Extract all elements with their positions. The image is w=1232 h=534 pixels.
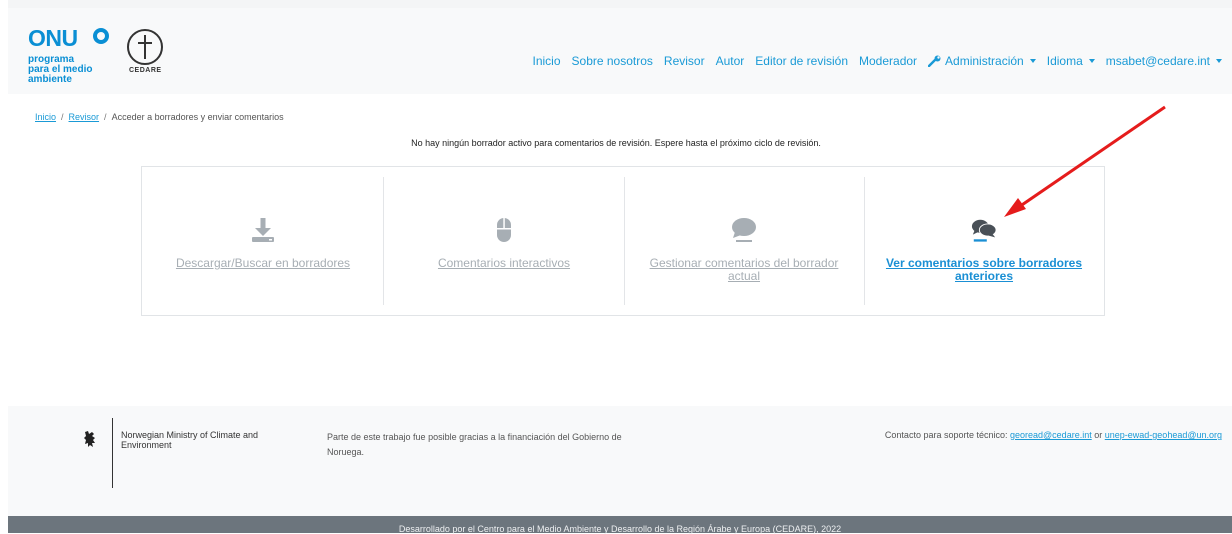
main-nav: Inicio Sobre nosotros Revisor Autor Edit… bbox=[522, 54, 1222, 68]
nav-editor-revision[interactable]: Editor de revisión bbox=[755, 54, 848, 68]
contact-email-georead[interactable]: georead@cedare.int bbox=[1010, 430, 1092, 440]
nav-autor[interactable]: Autor bbox=[716, 54, 745, 68]
nav-idioma-label: Idioma bbox=[1046, 54, 1083, 68]
chevron-down-icon bbox=[1088, 59, 1095, 63]
ministry-text: Norwegian Ministry of Climate and Enviro… bbox=[121, 430, 259, 450]
chevron-down-icon bbox=[1029, 59, 1036, 63]
cedare-logo-icon bbox=[127, 29, 163, 65]
nav-idioma-dropdown[interactable]: Idioma bbox=[1047, 54, 1095, 68]
logo[interactable]: ONU programa para el medio ambiente CEDA… bbox=[26, 25, 186, 85]
header: ONU programa para el medio ambiente CEDA… bbox=[8, 8, 1232, 94]
nav-sobre-nosotros[interactable]: Sobre nosotros bbox=[572, 54, 653, 68]
contact-email-unep[interactable]: unep-ewad-geohead@un.org bbox=[1105, 430, 1222, 440]
nav-revisor[interactable]: Revisor bbox=[664, 54, 705, 68]
card-download-search[interactable]: Descargar/Buscar en borradores bbox=[143, 177, 383, 305]
card-interactive-comments-link[interactable]: Comentarios interactivos bbox=[404, 257, 604, 270]
mouse-icon bbox=[497, 218, 511, 242]
left-strip bbox=[0, 0, 8, 533]
comment-icon bbox=[732, 218, 756, 242]
card-download-search-link[interactable]: Descargar/Buscar en borradores bbox=[163, 257, 363, 270]
onu-subtitle: programa para el medio ambiente bbox=[28, 54, 93, 85]
footer-divider bbox=[112, 418, 113, 488]
user-menu-dropdown[interactable]: msabet@cedare.int bbox=[1106, 54, 1222, 68]
chevron-down-icon bbox=[1216, 59, 1222, 63]
nav-administracion-label: Administración bbox=[945, 54, 1024, 68]
user-email: msabet@cedare.int bbox=[1105, 54, 1210, 68]
breadcrumb: Inicio / Revisor / Acceder a borradores y en… bbox=[35, 112, 284, 122]
contact-prefix: Contacto para soporte técnico: bbox=[884, 430, 1008, 440]
top-strip bbox=[0, 0, 1232, 8]
onu-logo-text: ONU bbox=[28, 25, 78, 51]
download-icon bbox=[252, 218, 274, 242]
nav-inicio[interactable]: Inicio bbox=[533, 54, 561, 68]
cedare-logo-text: CEDARE bbox=[129, 67, 162, 74]
breadcrumb-current: Acceder a borradores y enviar comentario… bbox=[111, 112, 284, 122]
breadcrumb-reviewer-link[interactable]: Revisor bbox=[69, 112, 100, 122]
red-arrow-annotation bbox=[1004, 105, 1166, 217]
breadcrumb-separator: / bbox=[104, 112, 107, 122]
card-manage-comments-link[interactable]: Gestionar comentarios del borrador actua… bbox=[644, 257, 844, 283]
bottom-credits-bar: Desarrollado por el Centro para el Medio… bbox=[8, 516, 1232, 534]
card-previous-comments-link[interactable]: Ver comentarios sobre borradores anterio… bbox=[884, 257, 1084, 283]
un-emblem-icon bbox=[93, 28, 109, 44]
wrench-icon bbox=[928, 55, 941, 67]
nav-administracion-dropdown[interactable]: Administración bbox=[928, 54, 1036, 68]
reviewer-actions-panel: Descargar/Buscar en borradores Comentari… bbox=[141, 166, 1105, 316]
contact-info: Contacto para soporte técnico: georead@c… bbox=[885, 430, 1222, 440]
comments-icon bbox=[971, 219, 997, 242]
breadcrumb-home-link[interactable]: Inicio bbox=[35, 112, 56, 122]
breadcrumb-separator: / bbox=[61, 112, 64, 122]
contact-or: or bbox=[1094, 430, 1103, 440]
card-interactive-comments[interactable]: Comentarios interactivos bbox=[384, 177, 624, 305]
footer: Norwegian Ministry of Climate and Enviro… bbox=[8, 406, 1232, 516]
funding-text: Parte de este trabajo fue posible gracia… bbox=[327, 432, 622, 457]
ministry-name: Norwegian Ministry of Climate and Enviro… bbox=[121, 430, 261, 450]
norway-lion-icon bbox=[84, 431, 95, 447]
card-manage-comments[interactable]: Gestionar comentarios del borrador actua… bbox=[624, 177, 864, 305]
nav-moderador[interactable]: Moderador bbox=[859, 54, 917, 68]
